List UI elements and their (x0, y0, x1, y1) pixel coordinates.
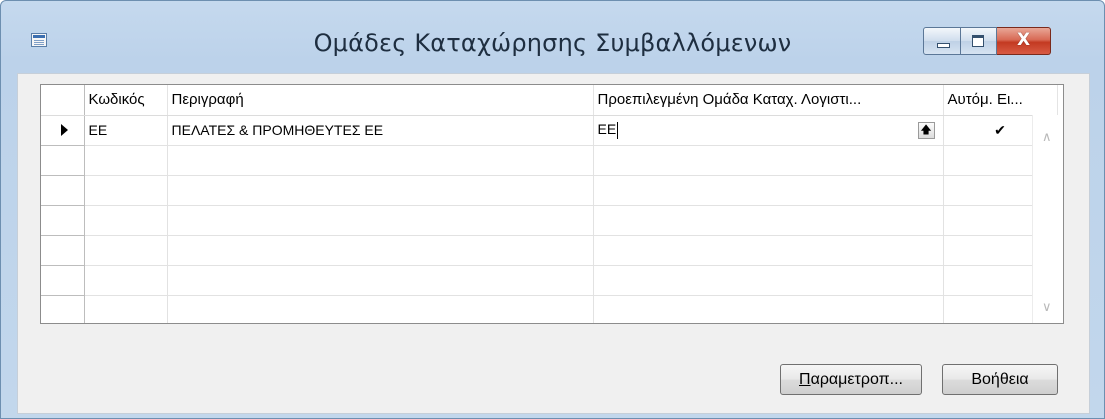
cell-description[interactable] (167, 235, 594, 266)
options-accelerator: Π (799, 371, 811, 388)
row-selector[interactable] (41, 295, 85, 323)
row-selector[interactable] (41, 265, 85, 296)
cell-code[interactable] (84, 145, 168, 176)
current-row-arrow-icon (61, 124, 68, 136)
table-row[interactable] (41, 205, 1058, 236)
cell-default-group[interactable] (593, 265, 944, 296)
close-button[interactable]: X (997, 27, 1051, 55)
cell-description[interactable] (167, 145, 594, 176)
grid-table: Κωδικός Περιγραφή Προεπιλεγμένη Ομάδα Κα… (41, 85, 1058, 323)
options-button-label: αραμετροπ... (810, 371, 903, 388)
dialog-client-area: Κωδικός Περιγραφή Προεπιλεγμένη Ομάδα Κα… (17, 73, 1090, 414)
table-row[interactable] (41, 265, 1058, 296)
close-icon: X (1016, 30, 1031, 50)
cell-code[interactable] (84, 235, 168, 266)
posting-groups-grid[interactable]: Κωδικός Περιγραφή Προεπιλεγμένη Ομάδα Κα… (40, 84, 1064, 324)
row-selector[interactable] (41, 145, 85, 176)
text-caret (617, 121, 619, 139)
cell-default-group[interactable] (593, 145, 944, 176)
vertical-scrollbar[interactable]: ∧ ∨ (1032, 115, 1063, 323)
grid-header-row: Κωδικός Περιγραφή Προεπιλεγμένη Ομάδα Κα… (41, 85, 1058, 116)
row-selector[interactable] (41, 115, 85, 146)
table-row[interactable] (41, 295, 1058, 323)
column-header-auto[interactable]: Αυτόμ. Ει... (943, 85, 1058, 116)
cell-code[interactable] (84, 295, 168, 323)
help-button[interactable]: Βοήθεια (942, 364, 1058, 395)
table-row[interactable]: ΕΕ ΠΕΛΑΤΕΣ & ΠΡΟΜΗΘΕΥΤΕΣ ΕΕ ΕΕ 🡅 ✔ (41, 115, 1058, 146)
cell-description[interactable] (167, 205, 594, 236)
cell-description[interactable]: ΠΕΛΑΤΕΣ & ΠΡΟΜΗΘΕΥΤΕΣ ΕΕ (167, 115, 594, 146)
cell-default-group[interactable] (593, 235, 944, 266)
minimize-icon (937, 43, 950, 48)
cell-code[interactable] (84, 205, 168, 236)
maximize-button[interactable] (961, 27, 997, 55)
cell-code[interactable]: ΕΕ (84, 115, 168, 146)
cell-description[interactable] (167, 265, 594, 296)
cell-default-group[interactable] (593, 205, 944, 236)
title-bar[interactable]: Ομάδες Καταχώρησης Συμβαλλόμενων X (1, 1, 1104, 73)
scroll-down-icon[interactable]: ∨ (1042, 299, 1052, 315)
table-row[interactable] (41, 145, 1058, 176)
options-button[interactable]: Παραμετροπ... (780, 364, 922, 395)
maximize-icon (972, 35, 984, 47)
cell-description[interactable] (167, 295, 594, 323)
cell-default-group[interactable] (593, 175, 944, 206)
column-header-default-group[interactable]: Προεπιλεγμένη Ομάδα Καταχ. Λογιστι... (593, 85, 944, 116)
column-header-code[interactable]: Κωδικός (84, 85, 168, 116)
minimize-button[interactable] (923, 27, 961, 55)
row-selector[interactable] (41, 175, 85, 206)
dialog-window: Ομάδες Καταχώρησης Συμβαλλόμενων X Κωδικ… (0, 0, 1105, 419)
table-row[interactable] (41, 235, 1058, 266)
table-row[interactable] (41, 175, 1058, 206)
cell-default-group[interactable] (593, 295, 944, 323)
cell-code[interactable] (84, 265, 168, 296)
cell-code[interactable] (84, 175, 168, 206)
cell-description[interactable] (167, 175, 594, 206)
row-selector-header[interactable] (41, 85, 85, 116)
up-arrow-icon: 🡅 (920, 123, 932, 136)
cell-default-group[interactable]: ΕΕ 🡅 (593, 115, 944, 146)
cell-default-group-value: ΕΕ (597, 121, 617, 138)
row-selector[interactable] (41, 235, 85, 266)
column-header-description[interactable]: Περιγραφή (167, 85, 594, 116)
row-selector[interactable] (41, 205, 85, 236)
lookup-button[interactable]: 🡅 (917, 121, 935, 139)
scroll-up-icon[interactable]: ∧ (1042, 129, 1052, 145)
